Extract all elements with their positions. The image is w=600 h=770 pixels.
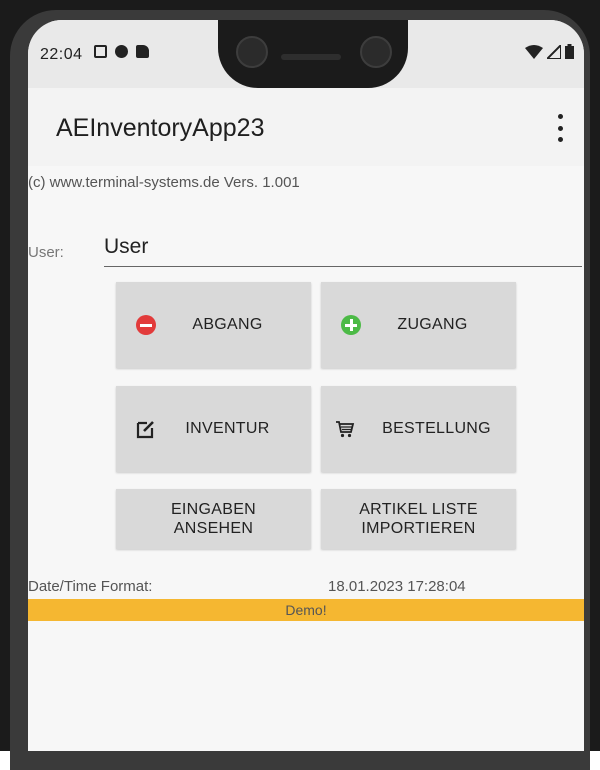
edit-icon — [136, 421, 154, 439]
plus-circle-icon — [341, 315, 361, 335]
inventur-label: INVENTUR — [185, 420, 270, 437]
app-title: AEInventoryApp23 — [56, 114, 265, 142]
user-label: User: — [28, 244, 64, 261]
minus-circle-icon — [136, 315, 156, 335]
status-time: 22:04 — [40, 46, 83, 63]
bestellung-button[interactable]: BESTELLUNG — [321, 386, 516, 472]
abgang-label: ABGANG — [192, 316, 263, 333]
status-icons-left — [94, 45, 149, 58]
bestellung-label: BESTELLUNG — [382, 420, 491, 437]
demo-banner: Demo! — [28, 599, 584, 621]
eingaben-line2: ANSEHEN — [173, 520, 254, 537]
sd-card-icon — [136, 45, 149, 58]
status-icons-right — [525, 44, 574, 59]
app-bar: AEInventoryApp23 — [28, 88, 584, 166]
overflow-menu-icon[interactable] — [550, 114, 570, 142]
inventur-button[interactable]: INVENTUR — [116, 386, 311, 472]
status-bar: 22:04 — [28, 20, 584, 88]
phone-frame: 22:04 AEInventoryApp23 (c) www.terminal-… — [0, 0, 600, 770]
camera-notch — [218, 20, 408, 88]
wifi-icon — [525, 44, 543, 59]
eingaben-line1: EINGABEN — [170, 501, 257, 518]
abgang-button[interactable]: ABGANG — [116, 282, 311, 368]
earpiece-speaker — [281, 54, 341, 60]
battery-icon — [565, 44, 574, 59]
artikel-line2: IMPORTIEREN — [361, 520, 476, 537]
screen: 22:04 AEInventoryApp23 (c) www.terminal-… — [28, 20, 584, 751]
front-sensor-icon — [360, 36, 392, 68]
demo-banner-text: Demo! — [285, 602, 327, 618]
signal-icon — [547, 44, 561, 59]
photo-icon — [94, 45, 107, 58]
user-input[interactable] — [104, 230, 582, 267]
cart-icon — [336, 421, 355, 438]
front-camera-icon — [236, 36, 268, 68]
artikel-liste-importieren-button[interactable]: ARTIKEL LISTE IMPORTIEREN — [321, 489, 516, 549]
artikel-line1: ARTIKEL LISTE — [359, 501, 478, 518]
main-content: (c) www.terminal-systems.de Vers. 1.001 … — [28, 166, 584, 751]
date-time-value: 18.01.2023 17:28:04 — [328, 578, 466, 595]
zugang-label: ZUGANG — [397, 316, 468, 333]
sync-icon — [115, 45, 128, 58]
eingaben-ansehen-button[interactable]: EINGABEN ANSEHEN — [116, 489, 311, 549]
date-time-format-label: Date/Time Format: — [28, 578, 153, 595]
copyright-text: (c) www.terminal-systems.de Vers. 1.001 — [28, 174, 300, 191]
zugang-button[interactable]: ZUGANG — [321, 282, 516, 368]
